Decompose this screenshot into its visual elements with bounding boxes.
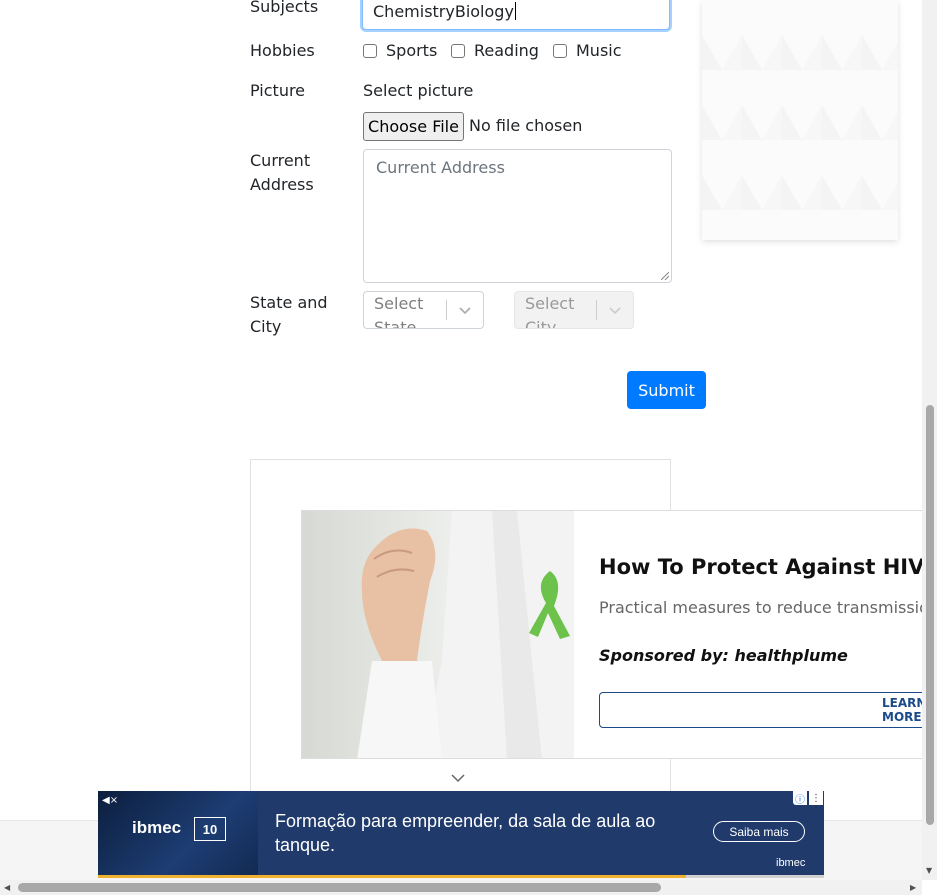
side-pattern-image bbox=[702, 0, 898, 240]
city-placeholder: Select City bbox=[525, 294, 575, 328]
sports-checkbox[interactable] bbox=[363, 43, 377, 58]
vertical-scrollbar-thumb[interactable] bbox=[926, 405, 934, 825]
ad-image bbox=[302, 511, 574, 758]
horizontal-scrollbar-thumb[interactable] bbox=[18, 883, 661, 892]
choose-file-button[interactable]: Choose File bbox=[363, 112, 464, 141]
text-caret bbox=[514, 2, 516, 20]
reading-label: Reading bbox=[474, 41, 539, 60]
chevron-down-icon[interactable] bbox=[447, 305, 483, 315]
ad-options-icon[interactable]: ⋮ bbox=[809, 791, 823, 805]
chevron-down-icon[interactable] bbox=[450, 772, 466, 784]
ad-info-icon[interactable]: ⓘ bbox=[793, 791, 807, 806]
city-select: Select City bbox=[514, 291, 634, 329]
state-select[interactable]: Select State bbox=[363, 291, 484, 329]
hobby-music[interactable]: Music bbox=[553, 41, 622, 60]
current-address-label-line2: Address bbox=[250, 175, 314, 194]
banner-image: ibmec 10 bbox=[98, 791, 258, 876]
resize-grip-icon[interactable] bbox=[661, 272, 669, 280]
banner-text: Formação para empreender, da sala de aul… bbox=[275, 811, 656, 855]
music-label: Music bbox=[576, 41, 622, 60]
scroll-right-arrow-icon[interactable]: ▶ bbox=[910, 883, 916, 892]
state-city-label-line1: State and bbox=[250, 293, 328, 312]
ibmec-logo: ibmec bbox=[132, 818, 182, 837]
submit-button[interactable]: Submit bbox=[627, 371, 706, 409]
subjects-input[interactable]: ChemistryBiology bbox=[362, 0, 670, 30]
hobby-sports[interactable]: Sports bbox=[363, 41, 437, 60]
ad-title[interactable]: How To Protect Against HIV bbox=[599, 555, 924, 579]
select-picture-label: Select picture bbox=[363, 81, 474, 100]
ad-sponsor: Sponsored by: healthplume bbox=[599, 646, 848, 665]
subjects-label: Subjects bbox=[250, 0, 319, 16]
current-address-label-line1: Current bbox=[250, 151, 311, 170]
banner-progress-stripe bbox=[98, 875, 824, 878]
subjects-value: ChemistryBiology bbox=[373, 1, 514, 21]
hobbies-label: Hobbies bbox=[250, 41, 315, 60]
ad-description: Practical measures to reduce transmissio… bbox=[599, 598, 937, 617]
music-checkbox[interactable] bbox=[553, 43, 567, 58]
state-placeholder: Select State bbox=[374, 294, 424, 328]
sports-label: Sports bbox=[386, 41, 438, 60]
state-city-label-line2: City bbox=[250, 317, 282, 336]
chevron-down-icon bbox=[597, 305, 633, 315]
doctor-ribbon-illustration bbox=[357, 511, 574, 758]
bottom-banner-ad[interactable]: ibmec 10 ◀× Formação para empreender, da… bbox=[98, 791, 824, 878]
scroll-left-arrow-icon[interactable]: ◀ bbox=[4, 883, 10, 892]
banner-cta-button[interactable]: Saiba mais bbox=[713, 821, 805, 842]
ad-learn-more-button[interactable]: LEARN MORE bbox=[599, 692, 936, 728]
picture-label: Picture bbox=[250, 81, 306, 100]
reading-checkbox[interactable] bbox=[451, 43, 465, 58]
current-address-placeholder: Current Address bbox=[376, 158, 505, 177]
mute-icon[interactable]: ◀× bbox=[102, 795, 118, 806]
current-address-textarea[interactable]: Current Address bbox=[363, 149, 672, 283]
ibmec-small-logo: ibmec bbox=[776, 857, 806, 869]
scroll-down-arrow-icon[interactable]: ▼ bbox=[926, 866, 932, 875]
no-file-text: No file chosen bbox=[469, 116, 583, 135]
native-ad-card[interactable]: How To Protect Against HIV Practical mea… bbox=[301, 510, 937, 759]
ranking-badge: 10 bbox=[194, 817, 226, 841]
hobby-reading[interactable]: Reading bbox=[451, 41, 539, 60]
